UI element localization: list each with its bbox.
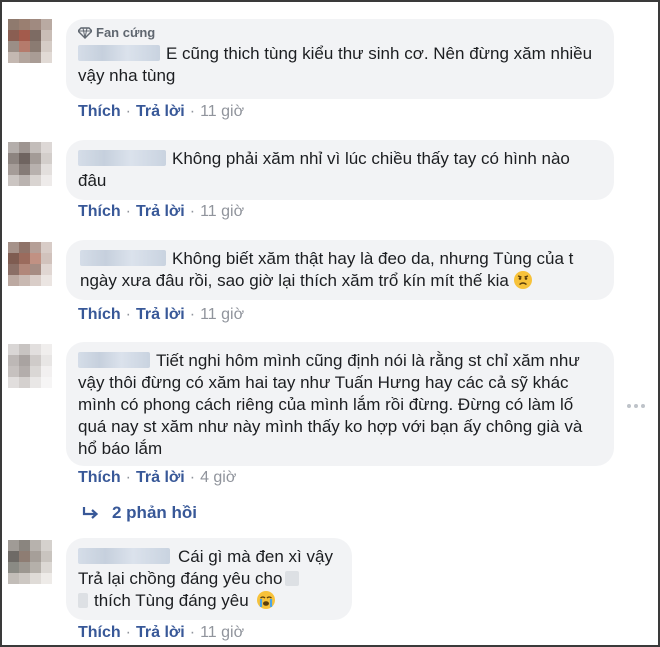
comment-actions: Thích · Trả lời · 11 giờ: [78, 203, 245, 220]
avatar[interactable]: [8, 344, 52, 388]
comment-bubble: Fan cứng E cũng thich tùng kiểu thư sinh…: [66, 19, 614, 99]
replies-label: 2 phản hồi: [112, 503, 197, 522]
comment-line: thích Tùng đáng yêu: [78, 590, 340, 612]
like-link[interactable]: Thích: [78, 203, 121, 220]
view-replies-link[interactable]: 2 phản hồi: [82, 502, 197, 524]
timestamp[interactable]: 11 giờ: [200, 624, 244, 641]
avatar[interactable]: [8, 242, 52, 286]
reply-link[interactable]: Trả lời: [136, 103, 185, 120]
like-link[interactable]: Thích: [78, 306, 121, 323]
comment-text: E cũng thich tùng kiểu thư sinh cơ. Nên …: [78, 43, 602, 87]
blurred-author-name[interactable]: [78, 548, 170, 564]
fan-badge: Fan cứng: [78, 25, 602, 41]
like-link[interactable]: Thích: [78, 103, 121, 120]
comment-actions: Thích · Trả lời · 11 giờ: [78, 624, 245, 641]
comment-bubble: Tiết nghi hôm mình cũng định nói là rằng…: [66, 342, 614, 466]
reply-link[interactable]: Trả lời: [136, 469, 185, 486]
sad-face-icon: [513, 271, 532, 289]
blurred-author-name[interactable]: [80, 250, 166, 266]
comment-body: Tiết nghi hôm mình cũng định nói là rằng…: [78, 351, 583, 458]
blurred-mention[interactable]: [285, 571, 300, 586]
blurred-author-name[interactable]: [78, 150, 166, 166]
blurred-author-name[interactable]: [78, 352, 150, 368]
timestamp[interactable]: 11 giờ: [200, 306, 244, 323]
crying-face-icon: [257, 591, 276, 609]
diamond-icon: [78, 27, 92, 39]
comment-actions: Thích · Trả lời · 11 giờ: [78, 103, 245, 120]
comment-bubble: Cái gì mà đen xì vậy Trả lại chồng đáng …: [66, 538, 352, 620]
reply-link[interactable]: Trả lời: [136, 306, 185, 323]
comment-bubble: Không phải xăm nhỉ vì lúc chiều thấy tay…: [66, 140, 614, 200]
like-link[interactable]: Thích: [78, 469, 121, 486]
comment-actions: Thích · Trả lời · 4 giờ: [78, 469, 237, 486]
avatar[interactable]: [8, 540, 52, 584]
timestamp[interactable]: 4 giờ: [200, 469, 236, 486]
timestamp[interactable]: 11 giờ: [200, 103, 244, 120]
blurred-author-name[interactable]: [78, 45, 160, 61]
more-options-icon[interactable]: [627, 402, 647, 410]
reply-link[interactable]: Trả lời: [136, 203, 185, 220]
comment-actions: Thích · Trả lời · 11 giờ: [78, 306, 245, 323]
timestamp[interactable]: 11 giờ: [200, 203, 244, 220]
like-link[interactable]: Thích: [78, 624, 121, 641]
badge-label: Fan cứng: [96, 25, 156, 40]
avatar[interactable]: [8, 19, 52, 63]
reply-arrow-icon: [82, 507, 99, 519]
comment-line: Cái gì mà đen xì vậy: [78, 546, 340, 568]
avatar[interactable]: [8, 142, 52, 186]
comment-thread: Fan cứng E cũng thich tùng kiểu thư sinh…: [0, 0, 660, 647]
comment-line: Trả lại chồng đáng yêu cho: [78, 568, 340, 590]
reply-link[interactable]: Trả lời: [136, 624, 185, 641]
blurred-mention[interactable]: [78, 593, 88, 608]
comment-bubble: Không biết xăm thật hay là đeo da, nhưng…: [66, 240, 614, 300]
